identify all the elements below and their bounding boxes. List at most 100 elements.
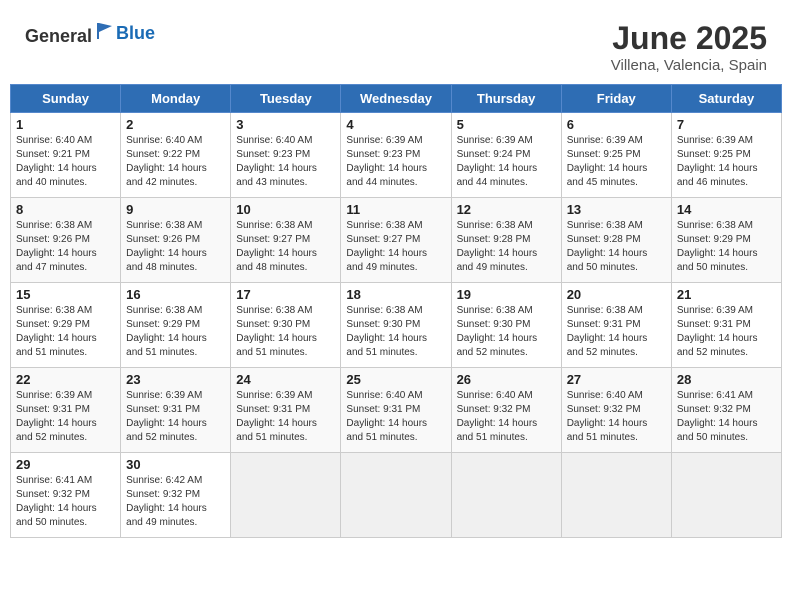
calendar-cell-3: 3 Sunrise: 6:40 AM Sunset: 9:23 PM Dayli… bbox=[231, 113, 341, 198]
day-number: 18 bbox=[346, 287, 445, 302]
day-info: Sunrise: 6:40 AM Sunset: 9:31 PM Dayligh… bbox=[346, 389, 445, 445]
day-number: 6 bbox=[567, 117, 666, 132]
day-info: Sunrise: 6:38 AM Sunset: 9:27 PM Dayligh… bbox=[236, 219, 335, 275]
calendar-cell-18: 18 Sunrise: 6:38 AM Sunset: 9:30 PM Dayl… bbox=[341, 283, 451, 368]
day-info: Sunrise: 6:39 AM Sunset: 9:31 PM Dayligh… bbox=[677, 304, 776, 360]
title-area: June 2025 Villena, Valencia, Spain bbox=[611, 20, 767, 74]
logo: General Blue bbox=[25, 20, 155, 47]
day-info: Sunrise: 6:38 AM Sunset: 9:29 PM Dayligh… bbox=[16, 304, 115, 360]
day-info: Sunrise: 6:38 AM Sunset: 9:26 PM Dayligh… bbox=[16, 219, 115, 275]
calendar-cell-5: 5 Sunrise: 6:39 AM Sunset: 9:24 PM Dayli… bbox=[451, 113, 561, 198]
day-number: 2 bbox=[126, 117, 225, 132]
calendar-cell-23: 23 Sunrise: 6:39 AM Sunset: 9:31 PM Dayl… bbox=[121, 368, 231, 453]
calendar-cell-35 bbox=[671, 453, 781, 538]
day-info: Sunrise: 6:38 AM Sunset: 9:28 PM Dayligh… bbox=[567, 219, 666, 275]
logo-flag-icon bbox=[94, 20, 116, 42]
weekday-header-row: Sunday Monday Tuesday Wednesday Thursday… bbox=[11, 85, 782, 113]
calendar-cell-27: 27 Sunrise: 6:40 AM Sunset: 9:32 PM Dayl… bbox=[561, 368, 671, 453]
day-info: Sunrise: 6:38 AM Sunset: 9:30 PM Dayligh… bbox=[346, 304, 445, 360]
day-number: 5 bbox=[457, 117, 556, 132]
calendar-cell-21: 21 Sunrise: 6:39 AM Sunset: 9:31 PM Dayl… bbox=[671, 283, 781, 368]
day-info: Sunrise: 6:42 AM Sunset: 9:32 PM Dayligh… bbox=[126, 474, 225, 530]
calendar-cell-12: 12 Sunrise: 6:38 AM Sunset: 9:28 PM Dayl… bbox=[451, 198, 561, 283]
calendar-cell-19: 19 Sunrise: 6:38 AM Sunset: 9:30 PM Dayl… bbox=[451, 283, 561, 368]
calendar-cell-6: 6 Sunrise: 6:39 AM Sunset: 9:25 PM Dayli… bbox=[561, 113, 671, 198]
day-number: 7 bbox=[677, 117, 776, 132]
page-header: General Blue June 2025 Villena, Valencia… bbox=[10, 10, 782, 79]
day-number: 28 bbox=[677, 372, 776, 387]
calendar-cell-10: 10 Sunrise: 6:38 AM Sunset: 9:27 PM Dayl… bbox=[231, 198, 341, 283]
day-info: Sunrise: 6:41 AM Sunset: 9:32 PM Dayligh… bbox=[677, 389, 776, 445]
day-info: Sunrise: 6:38 AM Sunset: 9:28 PM Dayligh… bbox=[457, 219, 556, 275]
day-info: Sunrise: 6:39 AM Sunset: 9:24 PM Dayligh… bbox=[457, 134, 556, 190]
day-number: 15 bbox=[16, 287, 115, 302]
day-info: Sunrise: 6:39 AM Sunset: 9:25 PM Dayligh… bbox=[567, 134, 666, 190]
calendar-cell-31 bbox=[231, 453, 341, 538]
calendar-cell-29: 29 Sunrise: 6:41 AM Sunset: 9:32 PM Dayl… bbox=[11, 453, 121, 538]
day-number: 13 bbox=[567, 202, 666, 217]
calendar-cell-8: 8 Sunrise: 6:38 AM Sunset: 9:26 PM Dayli… bbox=[11, 198, 121, 283]
day-number: 16 bbox=[126, 287, 225, 302]
calendar-week-2: 8 Sunrise: 6:38 AM Sunset: 9:26 PM Dayli… bbox=[11, 198, 782, 283]
day-number: 23 bbox=[126, 372, 225, 387]
day-number: 17 bbox=[236, 287, 335, 302]
day-info: Sunrise: 6:38 AM Sunset: 9:30 PM Dayligh… bbox=[236, 304, 335, 360]
day-number: 9 bbox=[126, 202, 225, 217]
day-info: Sunrise: 6:38 AM Sunset: 9:29 PM Dayligh… bbox=[126, 304, 225, 360]
calendar-week-4: 22 Sunrise: 6:39 AM Sunset: 9:31 PM Dayl… bbox=[11, 368, 782, 453]
month-title: June 2025 bbox=[611, 20, 767, 57]
calendar-cell-15: 15 Sunrise: 6:38 AM Sunset: 9:29 PM Dayl… bbox=[11, 283, 121, 368]
calendar-cell-26: 26 Sunrise: 6:40 AM Sunset: 9:32 PM Dayl… bbox=[451, 368, 561, 453]
day-number: 27 bbox=[567, 372, 666, 387]
day-info: Sunrise: 6:39 AM Sunset: 9:25 PM Dayligh… bbox=[677, 134, 776, 190]
header-sunday: Sunday bbox=[11, 85, 121, 113]
calendar-cell-33 bbox=[451, 453, 561, 538]
header-tuesday: Tuesday bbox=[231, 85, 341, 113]
day-info: Sunrise: 6:40 AM Sunset: 9:21 PM Dayligh… bbox=[16, 134, 115, 190]
day-info: Sunrise: 6:40 AM Sunset: 9:22 PM Dayligh… bbox=[126, 134, 225, 190]
calendar-cell-2: 2 Sunrise: 6:40 AM Sunset: 9:22 PM Dayli… bbox=[121, 113, 231, 198]
day-info: Sunrise: 6:40 AM Sunset: 9:32 PM Dayligh… bbox=[567, 389, 666, 445]
header-saturday: Saturday bbox=[671, 85, 781, 113]
day-number: 3 bbox=[236, 117, 335, 132]
calendar-cell-16: 16 Sunrise: 6:38 AM Sunset: 9:29 PM Dayl… bbox=[121, 283, 231, 368]
calendar-cell-22: 22 Sunrise: 6:39 AM Sunset: 9:31 PM Dayl… bbox=[11, 368, 121, 453]
calendar-week-5: 29 Sunrise: 6:41 AM Sunset: 9:32 PM Dayl… bbox=[11, 453, 782, 538]
day-info: Sunrise: 6:38 AM Sunset: 9:27 PM Dayligh… bbox=[346, 219, 445, 275]
day-info: Sunrise: 6:38 AM Sunset: 9:29 PM Dayligh… bbox=[677, 219, 776, 275]
day-info: Sunrise: 6:40 AM Sunset: 9:32 PM Dayligh… bbox=[457, 389, 556, 445]
header-wednesday: Wednesday bbox=[341, 85, 451, 113]
location-title: Villena, Valencia, Spain bbox=[611, 57, 767, 74]
calendar-cell-24: 24 Sunrise: 6:39 AM Sunset: 9:31 PM Dayl… bbox=[231, 368, 341, 453]
calendar-cell-34 bbox=[561, 453, 671, 538]
calendar-cell-25: 25 Sunrise: 6:40 AM Sunset: 9:31 PM Dayl… bbox=[341, 368, 451, 453]
header-friday: Friday bbox=[561, 85, 671, 113]
logo-text-general: General bbox=[25, 26, 92, 46]
day-number: 8 bbox=[16, 202, 115, 217]
day-number: 22 bbox=[16, 372, 115, 387]
header-thursday: Thursday bbox=[451, 85, 561, 113]
day-number: 14 bbox=[677, 202, 776, 217]
day-number: 4 bbox=[346, 117, 445, 132]
day-info: Sunrise: 6:40 AM Sunset: 9:23 PM Dayligh… bbox=[236, 134, 335, 190]
day-info: Sunrise: 6:38 AM Sunset: 9:30 PM Dayligh… bbox=[457, 304, 556, 360]
day-number: 1 bbox=[16, 117, 115, 132]
day-number: 29 bbox=[16, 457, 115, 472]
day-number: 11 bbox=[346, 202, 445, 217]
calendar-cell-9: 9 Sunrise: 6:38 AM Sunset: 9:26 PM Dayli… bbox=[121, 198, 231, 283]
day-number: 24 bbox=[236, 372, 335, 387]
day-info: Sunrise: 6:39 AM Sunset: 9:31 PM Dayligh… bbox=[236, 389, 335, 445]
calendar-cell-20: 20 Sunrise: 6:38 AM Sunset: 9:31 PM Dayl… bbox=[561, 283, 671, 368]
day-info: Sunrise: 6:38 AM Sunset: 9:26 PM Dayligh… bbox=[126, 219, 225, 275]
day-number: 30 bbox=[126, 457, 225, 472]
logo-text-blue: Blue bbox=[116, 23, 155, 44]
day-number: 19 bbox=[457, 287, 556, 302]
calendar-cell-17: 17 Sunrise: 6:38 AM Sunset: 9:30 PM Dayl… bbox=[231, 283, 341, 368]
calendar-cell-14: 14 Sunrise: 6:38 AM Sunset: 9:29 PM Dayl… bbox=[671, 198, 781, 283]
header-monday: Monday bbox=[121, 85, 231, 113]
calendar-week-1: 1 Sunrise: 6:40 AM Sunset: 9:21 PM Dayli… bbox=[11, 113, 782, 198]
calendar-cell-30: 30 Sunrise: 6:42 AM Sunset: 9:32 PM Dayl… bbox=[121, 453, 231, 538]
day-number: 10 bbox=[236, 202, 335, 217]
calendar-cell-4: 4 Sunrise: 6:39 AM Sunset: 9:23 PM Dayli… bbox=[341, 113, 451, 198]
calendar-cell-32 bbox=[341, 453, 451, 538]
